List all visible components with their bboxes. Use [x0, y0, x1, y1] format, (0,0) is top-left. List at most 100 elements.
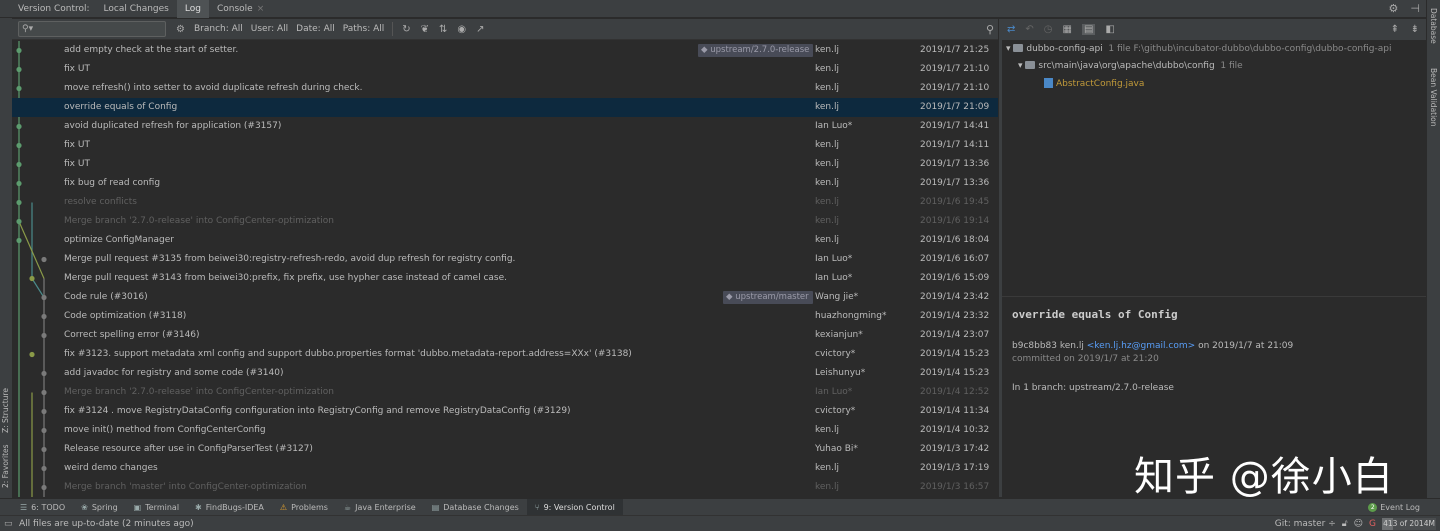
gear-icon[interactable]: ⚙	[1389, 2, 1399, 15]
log-toolbar: ⚲▾ ⚙ Branch: All User: All Date: All Pat…	[12, 19, 998, 40]
commit-message: avoid duplicated refresh for application…	[64, 121, 282, 131]
commit-row[interactable]: fix UT ken.lj 2019/1/7 21:10	[12, 60, 998, 79]
paths-filter[interactable]: Paths: All	[343, 24, 385, 34]
commit-message: optimize ConfigManager	[64, 235, 174, 245]
tab-console[interactable]: Console ×	[209, 0, 272, 18]
commit-author: ken.lj	[815, 83, 839, 93]
git-branch-widget[interactable]: Git: master ÷	[1275, 519, 1336, 529]
commit-date: 2019/1/6 19:14	[920, 216, 990, 226]
commit-row[interactable]: Merge pull request #3135 from beiwei30:r…	[12, 250, 998, 269]
package-folder-icon	[1025, 61, 1036, 69]
file-name: AbstractConfig.java	[1056, 79, 1145, 89]
commit-row[interactable]: weird demo changes ken.lj 2019/1/3 17:19	[12, 459, 998, 478]
commit-row[interactable]: Merge branch 'master' into ConfigCenter-…	[12, 478, 998, 497]
memory-indicator[interactable]: 413 of 2014M	[1382, 518, 1436, 530]
commit-row[interactable]: move init() method from ConfigCenterConf…	[12, 421, 998, 440]
preview-diff-icon[interactable]: ▤	[1081, 24, 1096, 35]
commit-author: Wang jie*	[815, 292, 859, 302]
history-icon[interactable]: ◷	[1044, 24, 1053, 35]
commit-row[interactable]: add javadoc for registry and some code (…	[12, 364, 998, 383]
event-log-button[interactable]: 2 Event Log	[1368, 499, 1420, 516]
commit-row[interactable]: fix #3123. support metadata xml config a…	[12, 345, 998, 364]
commit-row[interactable]: Release resource after use in ConfigPars…	[12, 440, 998, 459]
commit-row[interactable]: avoid duplicated refresh for application…	[12, 117, 998, 136]
commit-row[interactable]: add empty check at the start of setter. ◆…	[12, 41, 998, 60]
chevron-down-icon[interactable]: ▾	[1006, 44, 1013, 54]
bottom-tab-6-todo[interactable]: ☰ 6: TODO	[12, 499, 73, 516]
open-external-icon[interactable]: ↗	[476, 24, 484, 35]
lock-icon[interactable]: 🔓︎	[1342, 519, 1348, 529]
commit-row[interactable]: fix UT ken.lj 2019/1/7 13:36	[12, 155, 998, 174]
bottom-tab-spring[interactable]: ❀ Spring	[73, 499, 126, 516]
commit-row[interactable]: override equals of Config ken.lj 2019/1/7 …	[12, 98, 998, 117]
commit-row[interactable]: fix #3124 . move RegistryDataConfig conf…	[12, 402, 998, 421]
bean-validation-tool-button[interactable]: Bean Validation	[1429, 68, 1438, 138]
commit-message: Code rule (#3016)	[64, 292, 148, 302]
bottom-tab-database-changes[interactable]: ▤ Database Changes	[424, 499, 527, 516]
commit-author: Ian Luo*	[815, 254, 853, 264]
user-filter[interactable]: User: All	[251, 24, 288, 34]
cherry-pick-icon[interactable]: ❦	[421, 24, 429, 35]
find-icon[interactable]: ⚲	[986, 23, 994, 36]
google-icon[interactable]: G	[1369, 519, 1376, 529]
author-email-link[interactable]: <ken.lj.hz@gmail.com>	[1087, 341, 1195, 351]
status-toggle-icon[interactable]: ▭	[4, 519, 13, 529]
bottom-tab-problems[interactable]: ⚠ Problems	[272, 499, 336, 516]
sort-icon[interactable]: ⇅	[439, 24, 447, 35]
date-filter[interactable]: Date: All	[296, 24, 335, 34]
close-icon[interactable]: ×	[257, 4, 265, 14]
structure-tool-button[interactable]: Z: Structure	[1, 363, 10, 433]
commit-message: fix UT	[64, 159, 90, 169]
favorites-tool-button[interactable]: 2: Favorites	[1, 433, 10, 488]
commit-row[interactable]: resolve conflicts ken.lj 2019/1/6 19:45	[12, 193, 998, 212]
tree-node-file[interactable]: AbstractConfig.java	[1044, 78, 1144, 89]
diff-icon[interactable]: ⇄	[1007, 24, 1015, 35]
commit-row[interactable]: move refresh() into setter to avoid dupl…	[12, 79, 998, 98]
commit-row[interactable]: fix UT ken.lj 2019/1/7 14:11	[12, 136, 998, 155]
commit-row[interactable]: Merge pull request #3143 from beiwei30:p…	[12, 269, 998, 288]
status-right: Git: master ÷ 🔓︎ ☺ G 413 of 2014M	[1275, 516, 1436, 531]
commit-author: Ian Luo*	[815, 121, 853, 131]
bottom-tab-java-enterprise[interactable]: ☕ Java Enterprise	[336, 499, 424, 516]
search-input[interactable]: ⚲▾	[18, 21, 166, 37]
inspector-icon[interactable]: ☺	[1354, 519, 1363, 529]
commit-author: ken.lj	[815, 102, 839, 112]
hide-icon[interactable]: ⊣	[1410, 2, 1420, 15]
commit-author: Leishunyu*	[815, 368, 866, 378]
commit-row[interactable]: fix bug of read config ken.lj 2019/1/7 13:…	[12, 174, 998, 193]
commit-author: ken.lj	[815, 425, 839, 435]
bottom-tab-terminal[interactable]: ▣ Terminal	[126, 499, 187, 516]
database-tool-button[interactable]: Database	[1429, 8, 1438, 53]
commit-date: 2019/1/7 13:36	[920, 159, 990, 169]
commit-row[interactable]: Merge branch '2.7.0-release' into Config…	[12, 383, 998, 402]
expand-all-icon[interactable]: ⇞	[1391, 24, 1399, 35]
branch-tag: ◆ upstream/master	[723, 291, 813, 304]
module-meta: 1 file F:\github\incubator-dubbo\dubbo-c…	[1108, 44, 1392, 54]
collapse-all-icon[interactable]: ⇟	[1411, 24, 1419, 35]
commit-message: move init() method from ConfigCenterConf…	[64, 425, 266, 435]
commit-row[interactable]: Correct spelling error (#3146) kexianjun*…	[12, 326, 998, 345]
commit-date: 2019/1/7 21:25	[920, 45, 990, 55]
tab-local-changes[interactable]: Local Changes	[96, 0, 177, 18]
terminal-icon: ▣	[133, 502, 142, 512]
commit-author: ken.lj	[815, 45, 839, 55]
commit-row[interactable]: optimize ConfigManager ken.lj 2019/1/6 18:…	[12, 231, 998, 250]
chevron-down-icon[interactable]: ▾	[1018, 61, 1025, 71]
tree-node-package[interactable]: ▾ src\main\java\org\apache\dubbo\config …	[1018, 61, 1243, 71]
tree-node-module[interactable]: ▾ dubbo-config-api 1 file F:\github\incu…	[1006, 44, 1392, 54]
warning-icon: ⚠	[279, 502, 288, 512]
group-by-icon[interactable]: ▦	[1063, 24, 1072, 35]
commit-row[interactable]: Code rule (#3016) ◆ upstream/master Wang j…	[12, 288, 998, 307]
layout-icon[interactable]: ◧	[1105, 24, 1114, 35]
commit-row[interactable]: Code optimization (#3118) huazhongming* 20…	[12, 307, 998, 326]
refresh-icon[interactable]: ↻	[402, 24, 410, 35]
revert-icon[interactable]: ↶	[1025, 24, 1033, 35]
bottom-tab-findbugs-idea[interactable]: ✱ FindBugs-IDEA	[187, 499, 272, 516]
settings-icon[interactable]: ⚙	[176, 24, 185, 35]
bottom-tab-9-version-control[interactable]: ⑂ 9: Version Control	[526, 498, 623, 516]
commit-date: 2019/1/6 15:09	[920, 273, 990, 283]
commit-row[interactable]: Merge branch '2.7.0-release' into Config…	[12, 212, 998, 231]
eye-icon[interactable]: ◉	[457, 24, 466, 35]
tab-log[interactable]: Log	[176, 0, 209, 18]
branch-filter[interactable]: Branch: All	[194, 24, 243, 34]
